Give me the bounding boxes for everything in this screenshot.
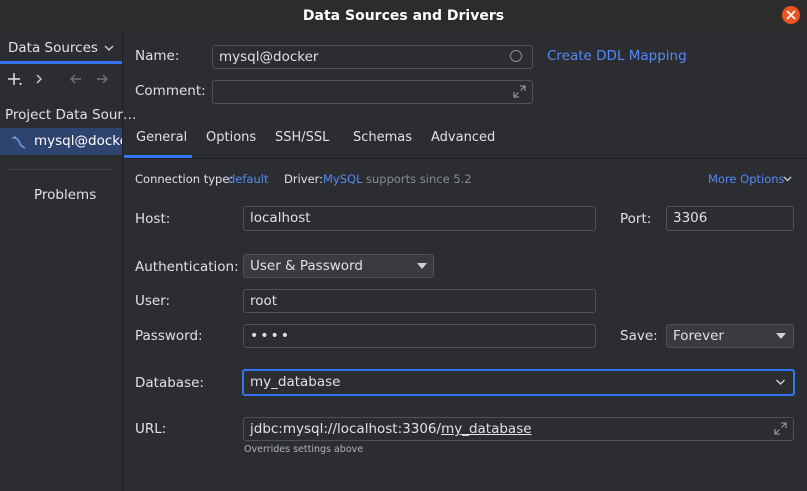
comment-label: Comment: xyxy=(135,83,206,99)
datasource-item-label: mysql@docker xyxy=(34,133,122,149)
driver-link[interactable]: MySQL xyxy=(323,172,363,186)
authentication-value: User & Password xyxy=(250,258,363,274)
host-field[interactable]: localhost xyxy=(243,206,596,231)
database-field[interactable]: my_database xyxy=(242,369,795,396)
chevron-right-icon[interactable] xyxy=(34,71,44,87)
name-label: Name: xyxy=(135,48,180,64)
tab-general[interactable]: General xyxy=(136,130,187,145)
more-options-link[interactable]: More Options xyxy=(708,172,785,186)
connection-type-link[interactable]: default xyxy=(228,172,268,186)
chevron-down-icon[interactable] xyxy=(782,174,793,184)
save-label: Save: xyxy=(620,328,658,344)
password-label: Password: xyxy=(135,328,203,344)
user-field[interactable]: root xyxy=(243,289,596,313)
problems-item[interactable]: Problems xyxy=(34,187,96,203)
password-field[interactable]: •••• xyxy=(243,324,596,348)
expand-icon[interactable] xyxy=(513,85,526,98)
project-data-sources-label: Project Data Sour… xyxy=(5,107,137,123)
dropdown-arrow-icon xyxy=(776,333,786,339)
url-prefix: jdbc:mysql://localhost:3306/ xyxy=(250,421,442,437)
host-label: Host: xyxy=(135,211,171,227)
tab-advanced[interactable]: Advanced xyxy=(431,130,495,145)
chevron-down-icon[interactable] xyxy=(775,378,786,386)
authentication-select[interactable]: User & Password xyxy=(243,254,434,278)
url-database: my_database xyxy=(441,421,532,437)
user-value: root xyxy=(250,293,278,309)
tab-ssh-ssl[interactable]: SSH/SSL xyxy=(275,130,329,145)
tab-underline xyxy=(0,61,122,64)
driver-note: supports since 5.2 xyxy=(366,172,472,186)
comment-field[interactable] xyxy=(212,80,533,104)
chevron-down-icon[interactable] xyxy=(103,42,115,54)
save-value: Forever xyxy=(673,328,724,344)
url-field[interactable]: jdbc:mysql://localhost:3306/my_database xyxy=(243,417,794,441)
window-title: Data Sources and Drivers xyxy=(302,8,505,24)
forward-arrow-icon[interactable] xyxy=(94,71,110,87)
url-hint: Overrides settings above xyxy=(244,444,364,455)
save-select[interactable]: Forever xyxy=(666,324,794,348)
database-label: Database: xyxy=(135,375,204,391)
divider xyxy=(8,169,112,170)
color-circle-icon[interactable] xyxy=(510,50,522,62)
tab-schemas[interactable]: Schemas xyxy=(353,130,412,145)
close-button[interactable] xyxy=(782,6,800,24)
add-icon[interactable] xyxy=(7,71,23,87)
url-label: URL: xyxy=(135,421,167,437)
tab-options[interactable]: Options xyxy=(206,130,256,145)
name-value: mysql@docker xyxy=(219,49,319,65)
driver-label: Driver: xyxy=(284,172,324,186)
password-value: •••• xyxy=(250,328,292,344)
authentication-label: Authentication: xyxy=(135,259,239,275)
left-panel xyxy=(0,33,123,491)
host-value: localhost xyxy=(250,210,311,226)
port-label: Port: xyxy=(620,211,652,227)
connection-type-label: Connection type: xyxy=(135,172,234,186)
port-field[interactable]: 3306 xyxy=(666,206,794,231)
user-label: User: xyxy=(135,293,171,309)
data-sources-tab[interactable]: Data Sources xyxy=(8,40,98,56)
expand-icon[interactable] xyxy=(774,422,787,435)
back-arrow-icon[interactable] xyxy=(68,71,84,87)
mysql-icon xyxy=(11,135,26,149)
create-ddl-mapping-link[interactable]: Create DDL Mapping xyxy=(547,48,687,64)
port-value: 3306 xyxy=(673,210,708,226)
dropdown-arrow-icon xyxy=(417,263,427,269)
database-value: my_database xyxy=(250,374,341,390)
tab-separator xyxy=(123,158,807,159)
name-field[interactable]: mysql@docker xyxy=(212,45,533,69)
close-icon xyxy=(786,10,796,20)
